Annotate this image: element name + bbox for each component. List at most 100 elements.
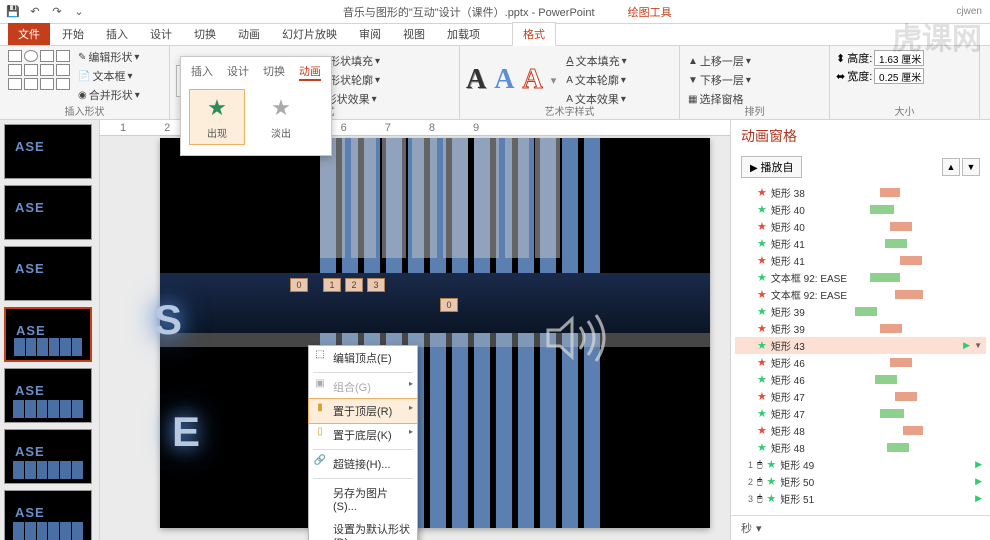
height-input-row: ⬍ 高度: [836, 50, 973, 66]
slide-thumbnails[interactable]: ASE ASE ASE ASE ASE ASE ASE [0, 120, 100, 540]
anim-list-item[interactable]: ★矩形 48 [735, 439, 986, 456]
anim-tag-1[interactable]: 1 [323, 278, 341, 292]
send-backward-button[interactable]: ▼ 下移一层 ▾ [686, 71, 823, 89]
thumb-3[interactable]: ASE [4, 246, 92, 301]
popup-tab-animation[interactable]: 动画 [299, 63, 321, 81]
anim-appear[interactable]: ★ 出现 [189, 89, 245, 145]
ribbon: ✎ 编辑形状 ▾ 📄 文本框 ▾ ◉ 合并形状 ▾ 插入形状 Abc Abc A… [0, 46, 990, 120]
anim-list-item[interactable]: ★矩形 48 [735, 422, 986, 439]
shape-gallery[interactable] [6, 48, 72, 104]
anim-list-item[interactable]: 2🖱★矩形 50▶ [735, 473, 986, 490]
user-name: cjwen [956, 6, 990, 17]
move-down-button[interactable]: ▼ [962, 158, 980, 176]
tab-addins[interactable]: 加载项 [437, 23, 490, 45]
customize-icon[interactable]: ⌄ [70, 3, 88, 21]
anim-list-item[interactable]: ★矩形 39 [735, 303, 986, 320]
cm-bring-front[interactable]: ▮置于顶层(R)▸ [308, 398, 418, 424]
animation-list[interactable]: ★矩形 38★矩形 40★矩形 40★矩形 41★矩形 41★文本框 92: E… [731, 182, 990, 515]
text-fill-button[interactable]: A 文本填充 ▾ [564, 52, 628, 70]
thumb-7[interactable]: ASE [4, 490, 92, 540]
tab-insert[interactable]: 插入 [96, 23, 138, 45]
slide[interactable]: S E 0 1 2 3 0 [160, 138, 710, 528]
popup-tab-transition[interactable]: 切换 [263, 63, 285, 81]
width-icon: ⬌ [836, 70, 845, 83]
tab-slideshow[interactable]: 幻灯片放映 [272, 23, 347, 45]
tab-animation[interactable]: 动画 [228, 23, 270, 45]
star-icon: ★ [267, 94, 295, 122]
width-input-row: ⬌ 宽度: [836, 68, 973, 84]
thumb-2[interactable]: ASE [4, 185, 92, 240]
popup-tab-insert[interactable]: 插入 [191, 63, 213, 81]
undo-icon[interactable]: ↶ [26, 3, 44, 21]
context-menu: ⬚编辑顶点(E) ▣组合(G)▸ ▮置于顶层(R)▸ ▯置于底层(K)▸ 🔗超链… [308, 345, 418, 540]
width-input[interactable] [874, 68, 924, 84]
thumb-6[interactable]: ASE [4, 429, 92, 484]
anim-list-item[interactable]: 3🖱★矩形 51▶ [735, 490, 986, 507]
animation-popup: 插入 设计 切换 动画 ★ 出现 ★ 淡出 [180, 56, 332, 156]
pane-footer: 秒 ▾ [731, 515, 990, 540]
tab-format[interactable]: 格式 [512, 22, 556, 46]
star-icon: ★ [203, 94, 231, 122]
anim-tag-4[interactable]: 0 [440, 298, 458, 312]
cm-send-back[interactable]: ▯置于底层(K)▸ [309, 423, 417, 447]
anim-list-item[interactable]: ★矩形 41 [735, 235, 986, 252]
anim-list-item[interactable]: ★矩形 47 [735, 388, 986, 405]
anim-tag-3[interactable]: 3 [367, 278, 385, 292]
cm-edit-points[interactable]: ⬚编辑顶点(E) [309, 346, 417, 370]
tab-review[interactable]: 审阅 [349, 23, 391, 45]
speaker-icon[interactable] [540, 313, 610, 363]
anim-list-item[interactable]: 1🖱★矩形 49▶ [735, 456, 986, 473]
tab-home[interactable]: 开始 [52, 23, 94, 45]
time-dropdown-icon[interactable]: ▾ [756, 522, 762, 535]
anim-list-item[interactable]: ★矩形 38 [735, 184, 986, 201]
anim-list-item[interactable]: ★文本框 92: EASE [735, 269, 986, 286]
anim-list-item[interactable]: ★矩形 47 [735, 405, 986, 422]
cm-hyperlink[interactable]: 🔗超链接(H)... [309, 452, 417, 476]
redo-icon[interactable]: ↷ [48, 3, 66, 21]
merge-shapes-button[interactable]: ◉ 合并形状 ▾ [76, 86, 142, 104]
workspace: ASE ASE ASE ASE ASE ASE ASE 123456789 S … [0, 120, 990, 540]
height-input[interactable] [874, 50, 924, 66]
anim-list-item[interactable]: ★矩形 41 [735, 252, 986, 269]
anim-list-item[interactable]: ★矩形 39 [735, 320, 986, 337]
group-arrange: 排列 [680, 103, 829, 118]
thumb-1[interactable]: ASE [4, 124, 92, 179]
tab-file[interactable]: 文件 [8, 23, 50, 45]
anim-fade[interactable]: ★ 淡出 [253, 89, 309, 145]
anim-list-item[interactable]: ★矩形 40 [735, 201, 986, 218]
anim-tag-2[interactable]: 2 [345, 278, 363, 292]
tab-view[interactable]: 视图 [393, 23, 435, 45]
text-box-button[interactable]: 📄 文本框 ▾ [76, 67, 142, 85]
text-outline-button[interactable]: A 文本轮廓 ▾ [564, 71, 628, 89]
bring-forward-button[interactable]: ▲ 上移一层 ▾ [686, 52, 823, 70]
group-insert-shapes: 插入形状 [0, 103, 169, 118]
title-bar: 💾 ↶ ↷ ⌄ 音乐与图形的"互动"设计（课件）.pptx - PowerPoi… [0, 0, 990, 24]
popup-tab-design[interactable]: 设计 [227, 63, 249, 81]
anim-list-item[interactable]: ★文本框 92: EASE [735, 286, 986, 303]
thumb-4[interactable]: ASE [4, 307, 92, 362]
move-up-button[interactable]: ▲ [942, 158, 960, 176]
canvas[interactable]: 123456789 S E 0 1 2 3 0 ⬚编辑顶点(E) ▣组合(G)▸… [100, 120, 730, 540]
tab-design[interactable]: 设计 [140, 23, 182, 45]
height-icon: ⬍ [836, 52, 845, 65]
group-size: 大小 [830, 103, 979, 118]
ribbon-tabs: 文件 开始 插入 设计 切换 动画 幻灯片放映 审阅 视图 加载项 格式 [0, 24, 990, 46]
tab-transition[interactable]: 切换 [184, 23, 226, 45]
thumb-5[interactable]: ASE [4, 368, 92, 423]
pane-title: 动画窗格 [731, 120, 990, 152]
group-wordart: 艺术字样式 [460, 103, 679, 118]
anim-list-item[interactable]: ★矩形 46 [735, 371, 986, 388]
cm-group[interactable]: ▣组合(G)▸ [309, 375, 417, 399]
cm-save-pic[interactable]: 另存为图片(S)... [309, 481, 417, 517]
anim-list-item[interactable]: ★矩形 40 [735, 218, 986, 235]
play-button[interactable]: ▶ 播放自 [741, 156, 802, 178]
anim-tag-0[interactable]: 0 [290, 278, 308, 292]
animation-pane: 动画窗格 ▶ 播放自 ▲ ▼ ★矩形 38★矩形 40★矩形 40★矩形 41★… [730, 120, 990, 540]
window-title: 音乐与图形的"互动"设计（课件）.pptx - PowerPoint 绘图工具 [88, 4, 956, 20]
save-icon[interactable]: 💾 [4, 3, 22, 21]
anim-list-item[interactable]: ★矩形 43▶▼ [735, 337, 986, 354]
anim-list-item[interactable]: ★矩形 46 [735, 354, 986, 371]
wordart-gallery[interactable]: AAA ▾ [466, 60, 556, 96]
edit-shape-button[interactable]: ✎ 编辑形状 ▾ [76, 48, 142, 66]
cm-set-default[interactable]: 设置为默认形状(D) [309, 517, 417, 540]
